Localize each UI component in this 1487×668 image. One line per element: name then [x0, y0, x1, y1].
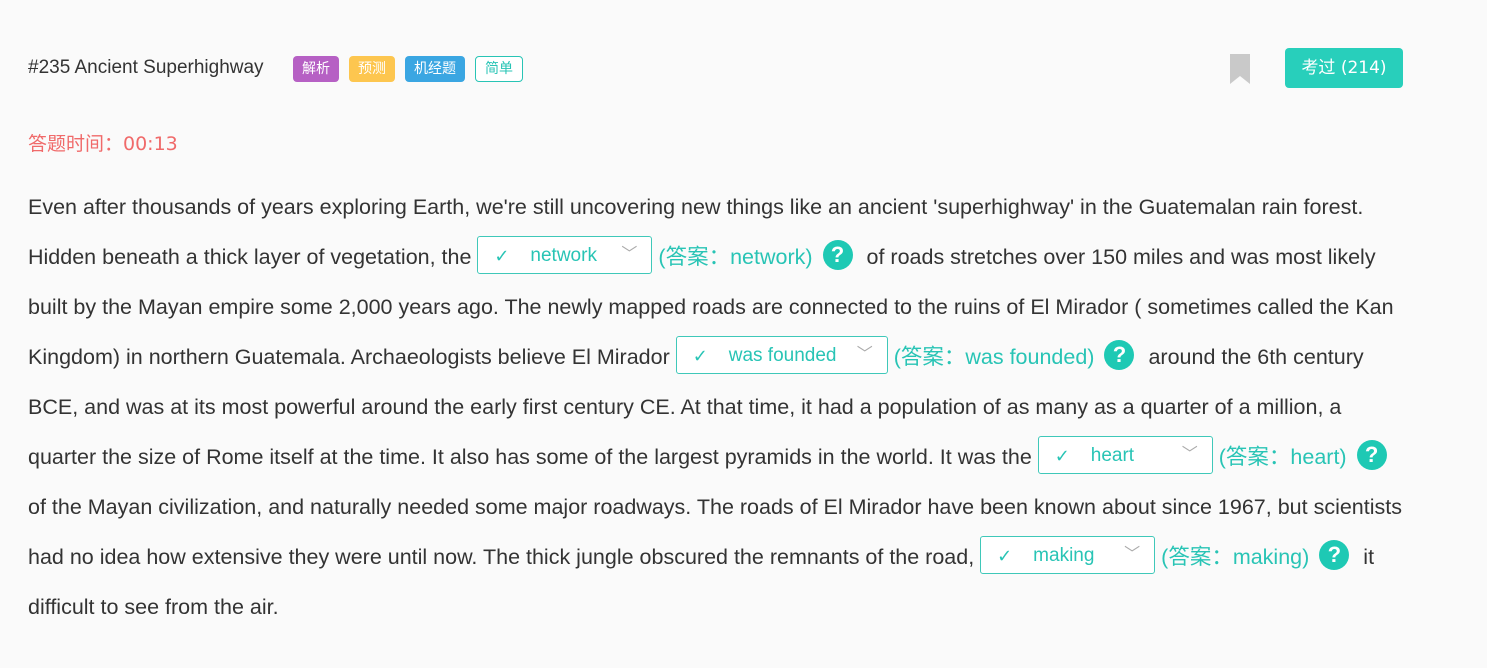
passage: Even after thousands of years exploring …: [28, 182, 1413, 632]
answer-key: (答案：making): [1161, 545, 1310, 569]
blank-value: was founded: [728, 345, 837, 367]
chevron-down-icon: ﹀: [621, 246, 638, 264]
check-icon: ✓: [494, 246, 510, 267]
bookmark-icon[interactable]: [1230, 54, 1250, 84]
question-icon[interactable]: ?: [1319, 540, 1350, 571]
tag-list: 解析 预测 机经题 简单: [293, 56, 523, 82]
blank-value: making: [1033, 545, 1095, 567]
blank-select-1[interactable]: ✓ network ﹀: [477, 236, 653, 275]
chevron-down-icon: ﹀: [1181, 446, 1198, 464]
blank-select-2[interactable]: ✓ was founded ﹀: [675, 336, 888, 375]
blank-select-4[interactable]: ✓ making ﹀: [980, 536, 1156, 575]
tag-difficulty: 简单: [475, 56, 523, 82]
answer-timer: 答题时间：00:13: [28, 133, 178, 155]
question-header: #235 Ancient Superhighway 解析 预测 机经题 简单 考…: [28, 48, 1403, 88]
question-icon[interactable]: ?: [1104, 340, 1135, 371]
answer-key: (答案：was founded): [893, 345, 1095, 369]
question-title: #235 Ancient Superhighway: [28, 57, 264, 78]
chevron-down-icon: ﹀: [1124, 546, 1141, 564]
answer-key: (答案：network): [658, 245, 813, 269]
exam-taken-button[interactable]: 考过 (214): [1285, 48, 1403, 88]
tag-analysis[interactable]: 解析: [293, 56, 339, 82]
blank-value: heart: [1090, 445, 1135, 467]
blank-value: network: [530, 245, 597, 267]
question-icon[interactable]: ?: [1356, 440, 1387, 471]
tag-prediction[interactable]: 预测: [349, 56, 395, 82]
chevron-down-icon: ﹀: [856, 346, 873, 364]
check-icon: ✓: [1054, 446, 1070, 467]
answer-key: (答案：heart): [1218, 445, 1347, 469]
check-icon: ✓: [997, 546, 1013, 567]
tag-recalled-question[interactable]: 机经题: [405, 56, 465, 82]
check-icon: ✓: [692, 346, 708, 367]
blank-select-3[interactable]: ✓ heart ﹀: [1037, 436, 1213, 475]
question-icon[interactable]: ?: [822, 240, 853, 271]
